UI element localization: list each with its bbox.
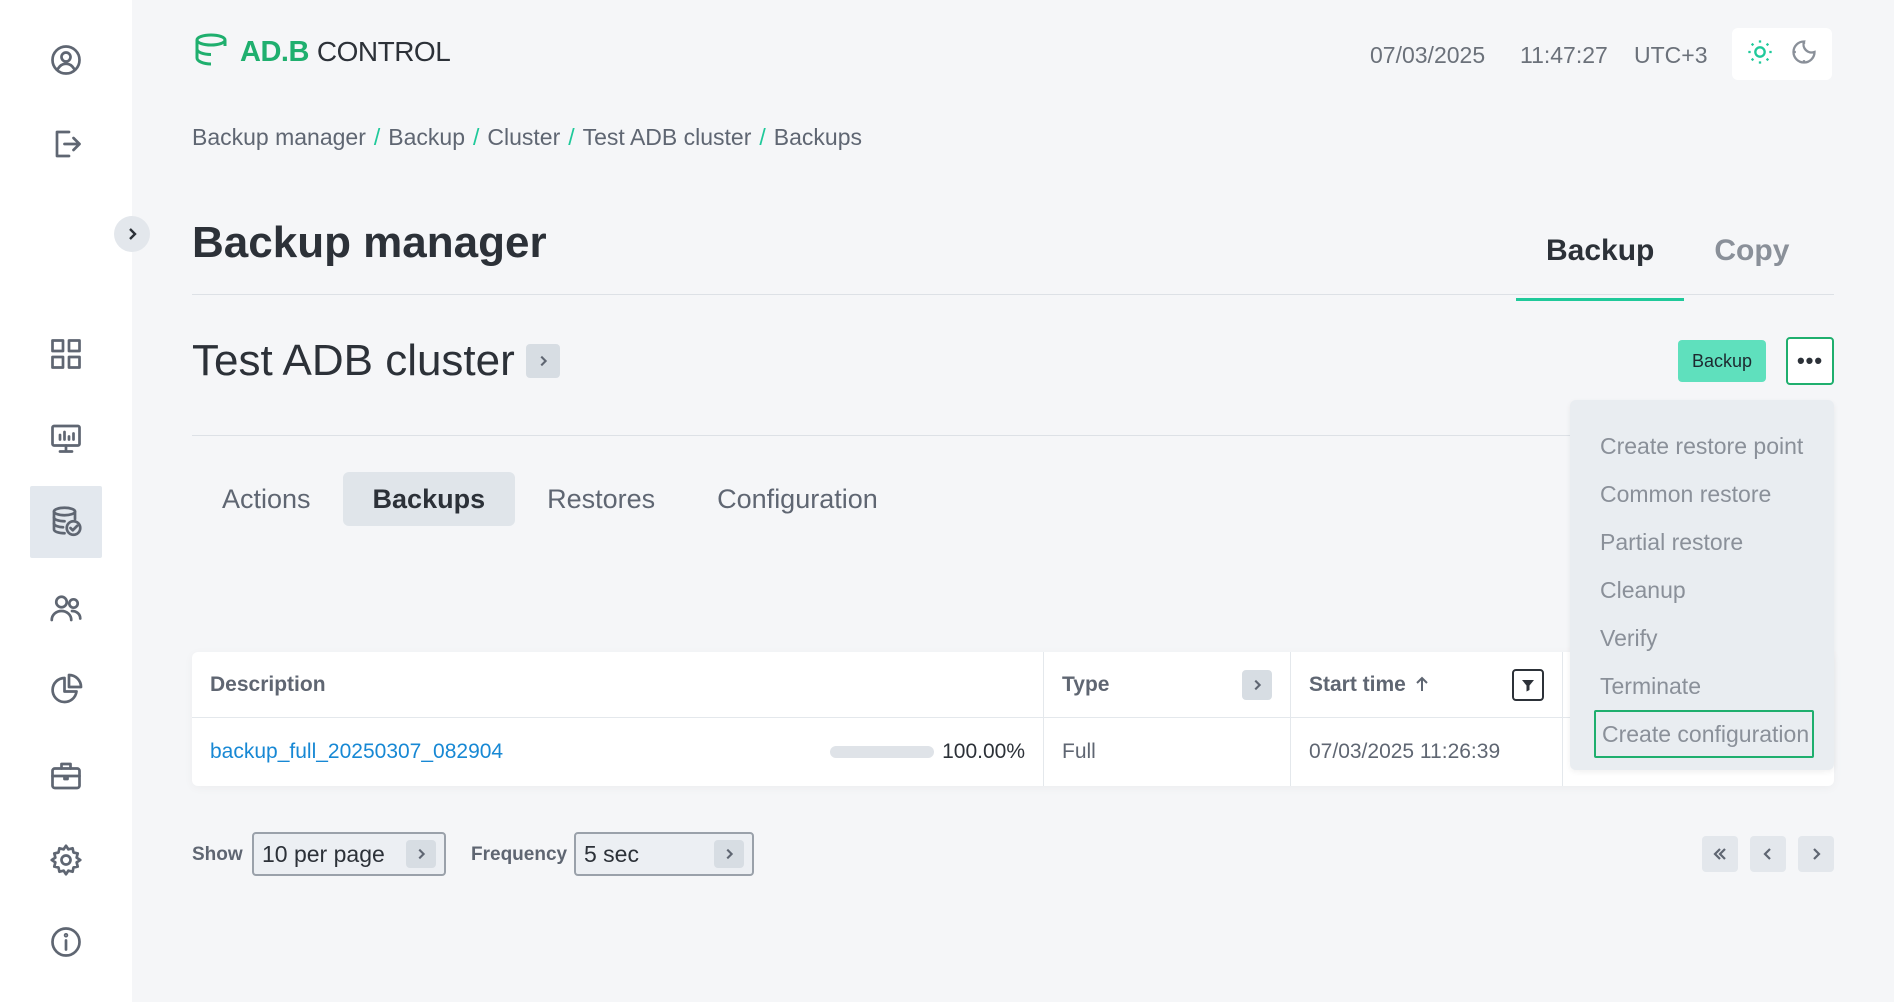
users-icon[interactable] — [30, 572, 102, 644]
tab-backup[interactable]: Backup — [1516, 226, 1685, 301]
double-chevron-left-icon — [1713, 848, 1726, 860]
progress-text: 100.00% — [942, 740, 1025, 763]
frequency-dropdown-button[interactable] — [714, 840, 744, 868]
database-logo-icon — [195, 33, 227, 66]
per-page-value: 10 per page — [262, 840, 385, 867]
light-theme-button[interactable] — [1746, 38, 1774, 71]
filter-icon[interactable] — [1512, 668, 1544, 701]
prev-page-button[interactable] — [1750, 836, 1786, 872]
breadcrumb-separator: / — [568, 124, 575, 150]
type-value: Full — [1062, 740, 1096, 763]
chevron-right-icon — [129, 228, 137, 240]
chevron-right-icon — [726, 848, 734, 860]
chevron-right-icon — [1813, 848, 1821, 860]
column-header-label: Description — [210, 672, 326, 696]
breadcrumb-item-current: Backups — [773, 124, 862, 150]
cell-start-time: 07/03/2025 11:26:39 — [1291, 718, 1563, 786]
breadcrumb-separator: / — [473, 124, 480, 150]
column-header-type: Type — [1044, 652, 1291, 717]
column-header-description: Description — [192, 652, 1044, 717]
tab-restores[interactable]: Restores — [517, 472, 685, 526]
dark-theme-button[interactable] — [1790, 38, 1818, 71]
divider — [192, 435, 1572, 436]
header-time: 11:47:27 — [1520, 42, 1608, 68]
column-header-label: Type — [1062, 672, 1110, 696]
sort-ascending-icon[interactable] — [1406, 670, 1432, 700]
page-title: Backup manager — [192, 218, 547, 267]
type-column-menu-button[interactable] — [1242, 669, 1272, 700]
divider — [192, 294, 1834, 295]
chevron-right-icon — [1254, 679, 1262, 690]
cluster-expand-button[interactable] — [526, 344, 560, 378]
menu-item-create-configuration[interactable]: Create configuration — [1594, 710, 1814, 758]
frequency-select[interactable]: 5 sec — [574, 832, 754, 876]
info-icon[interactable] — [30, 906, 102, 978]
logout-icon[interactable] — [30, 108, 102, 180]
column-header-label: Start time — [1309, 672, 1406, 696]
start-time-value: 07/03/2025 11:26:39 — [1309, 740, 1501, 763]
monitoring-icon[interactable] — [30, 402, 102, 474]
next-page-button[interactable] — [1798, 836, 1834, 872]
gear-icon[interactable] — [30, 824, 102, 896]
show-label: Show — [192, 844, 243, 865]
pie-chart-icon[interactable] — [30, 654, 102, 726]
sidebar — [0, 0, 132, 1002]
tab-configuration[interactable]: Configuration — [687, 472, 908, 526]
breadcrumb-item[interactable]: Backup manager — [192, 124, 366, 151]
breadcrumb-separator: / — [759, 124, 766, 150]
frequency-value: 5 sec — [584, 840, 639, 867]
cell-type: Full — [1044, 718, 1291, 786]
tab-copy[interactable]: Copy — [1684, 226, 1819, 301]
per-page-select[interactable]: 10 per page — [252, 832, 446, 876]
cell-description: backup_full_20250307_082904 100.00% — [192, 718, 1044, 786]
top-tabs: Backup Copy — [1516, 226, 1819, 301]
backup-button[interactable]: Backup — [1678, 340, 1766, 382]
progress: 100.00% — [830, 740, 1025, 764]
dashboard-grid-icon[interactable] — [30, 318, 102, 390]
logo-product: CONTROL — [316, 35, 451, 67]
menu-item-common-restore[interactable]: Common restore — [1570, 470, 1834, 518]
breadcrumb-item[interactable]: Cluster — [487, 124, 560, 151]
backup-link[interactable]: backup_full_20250307_082904 — [210, 740, 503, 764]
per-page-dropdown-button[interactable] — [406, 840, 436, 868]
menu-item-cleanup[interactable]: Cleanup — [1570, 566, 1834, 614]
sub-tabs: Actions Backups Restores Configuration — [192, 472, 910, 526]
column-header-start-time[interactable]: Start time — [1291, 652, 1563, 717]
logo: AD.B CONTROL — [192, 30, 451, 74]
logo-brand: AD.B — [240, 35, 309, 68]
progress-bar — [830, 746, 935, 758]
header-timezone: UTC+3 — [1634, 42, 1708, 68]
moon-icon — [1792, 39, 1816, 64]
tab-actions[interactable]: Actions — [192, 472, 341, 526]
menu-item-terminate[interactable]: Terminate — [1570, 662, 1834, 710]
menu-item-verify[interactable]: Verify — [1570, 614, 1834, 662]
briefcase-icon[interactable] — [30, 740, 102, 812]
sidebar-expand-button[interactable] — [114, 216, 150, 252]
menu-item-create-restore-point[interactable]: Create restore point — [1570, 422, 1834, 470]
breadcrumb-item[interactable]: Backup — [388, 124, 465, 151]
cluster-title: Test ADB cluster — [192, 336, 515, 385]
more-actions-button[interactable]: ••• — [1786, 337, 1834, 385]
frequency-label: Frequency — [471, 844, 568, 865]
actions-menu: Create restore point Common restore Part… — [1570, 400, 1834, 770]
chevron-right-icon — [540, 355, 548, 367]
user-circle-icon[interactable] — [30, 24, 102, 96]
tab-backups[interactable]: Backups — [342, 472, 516, 526]
sun-icon — [1748, 39, 1772, 64]
breadcrumb-separator: / — [373, 124, 381, 150]
menu-item-partial-restore[interactable]: Partial restore — [1570, 518, 1834, 566]
theme-toggle — [1732, 28, 1832, 80]
backup-database-icon[interactable] — [30, 486, 102, 558]
breadcrumb-item[interactable]: Test ADB cluster — [583, 124, 752, 151]
first-page-button[interactable] — [1702, 836, 1738, 872]
breadcrumb: Backup manager / Backup / Cluster / Test… — [192, 124, 862, 151]
chevron-left-icon — [1763, 848, 1771, 860]
header-date: 07/03/2025 — [1370, 42, 1486, 68]
chevron-right-icon — [418, 848, 426, 860]
